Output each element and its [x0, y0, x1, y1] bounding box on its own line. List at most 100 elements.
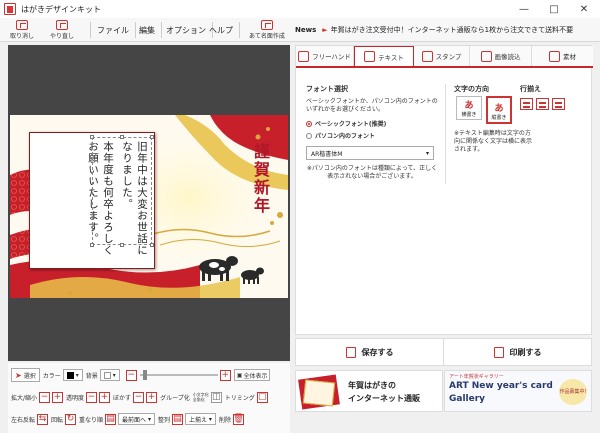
resize-handle[interactable]	[90, 243, 94, 247]
font-description: ベーシックフォントか、パソコン内のフォントのいずれかをお選びください。	[306, 98, 438, 113]
radio-pc-font[interactable]: パソコン内のフォント	[306, 131, 438, 140]
font-section-title: フォント選択	[306, 85, 348, 93]
vertical-writing-button[interactable]: あ 縦書き	[486, 96, 512, 124]
window-title: はがきデザインキット	[21, 4, 101, 14]
resize-handle[interactable]	[120, 135, 124, 139]
zoom-out-button[interactable]: −	[125, 369, 137, 381]
undo-button[interactable]: 取り消し	[4, 18, 40, 42]
redo-button[interactable]: やり直し	[44, 18, 80, 42]
shrink-button[interactable]: −	[39, 391, 51, 403]
font-select-value: AR楷書体M	[311, 150, 343, 158]
vertical-text-icon: あ	[494, 104, 504, 114]
print-button[interactable]: 印刷する	[444, 339, 591, 365]
flip-icon[interactable]: ⇆	[37, 413, 49, 425]
transparency-label: 透明度	[66, 394, 85, 402]
resize-handle[interactable]	[150, 243, 154, 247]
banner-badge: 作品募集中!	[559, 379, 587, 405]
radio-basic-font[interactable]: ベーシックフォント(推奨)	[306, 119, 438, 128]
title-bar: はがきデザインキット — □ ✕	[0, 0, 600, 18]
properties-panel: フリーハンド テキスト スタンプ 画像読込 素材 フォント選択 ベーシックフォン…	[295, 45, 593, 335]
fullview-button[interactable]: ▣ 全体表示	[233, 369, 271, 381]
undo-icon	[16, 20, 28, 30]
news-text[interactable]: 年賀はがき注文受付中！インターネット通販なら1枚から注文できて送料不要	[331, 25, 573, 35]
trash-icon[interactable]: 🗑	[233, 413, 244, 425]
tab-stamp[interactable]: スタンプ	[414, 46, 470, 66]
align-label: 整列	[157, 416, 170, 424]
delete-label[interactable]: 削除	[219, 415, 231, 424]
material-icon	[549, 50, 560, 62]
address-side-button[interactable]: あて名面作成	[245, 18, 289, 42]
blur-minus-button[interactable]: −	[133, 391, 145, 403]
tab-freehand-label: フリーハンド	[312, 53, 351, 61]
trim-icon[interactable]: ▢	[256, 391, 268, 403]
radio-basic-label: ベーシックフォント(推奨)	[315, 121, 387, 128]
font-selection: フォント選択 ベーシックフォントか、パソコン内のフォントのいずれかをお選びくださ…	[306, 84, 438, 181]
direction-title: 文字の方向	[454, 85, 489, 93]
action-bar: 保存する 印刷する	[295, 338, 592, 366]
blur-label: ぼかす	[113, 394, 132, 402]
align-bottom-button[interactable]	[552, 98, 565, 110]
group-icon[interactable]: ◫	[210, 391, 222, 403]
image-icon	[480, 50, 492, 62]
align-center-button[interactable]	[536, 98, 549, 110]
tab-freehand[interactable]: フリーハンド	[296, 46, 354, 66]
flip-label[interactable]: 左右反転	[11, 415, 35, 424]
undo-label: 取り消し	[9, 33, 34, 40]
tab-material[interactable]: 素材	[532, 46, 593, 66]
transparency-minus-button[interactable]: −	[86, 391, 98, 403]
banner-online-shop[interactable]: 年賀はがきの インターネット通販	[295, 370, 443, 412]
resize-handle[interactable]	[150, 135, 154, 139]
rotate-label[interactable]: 回転	[51, 415, 63, 424]
align-top-button[interactable]	[520, 98, 533, 110]
vertical-label: 縦書き	[491, 115, 507, 121]
app-icon	[4, 3, 16, 15]
banner-left-sub: インターネット通販	[348, 394, 420, 403]
color-picker[interactable]: ▾	[62, 369, 83, 381]
trim-label[interactable]: トリミング	[225, 393, 255, 402]
canvas-area[interactable]: 謹賀新年 旧年中は大変お世話に なりました。 本年度も何卒よろしく お願いいたし…	[8, 45, 290, 361]
minimize-button[interactable]: —	[509, 0, 539, 18]
select-tool-button[interactable]: ➤ 選択	[11, 368, 40, 382]
zoom-slider[interactable]	[139, 369, 218, 381]
banner-left-title: 年賀はがきの	[348, 381, 396, 390]
blur-plus-button[interactable]: +	[146, 391, 158, 403]
close-button[interactable]: ✕	[569, 0, 599, 18]
radio-pc-label: パソコン内のフォント	[315, 133, 376, 140]
tab-image-load[interactable]: 画像読込	[470, 46, 532, 66]
radio-dot-selected	[306, 120, 312, 127]
text-box[interactable]: 旧年中は大変お世話に なりました。 本年度も何卒よろしく お願いいたします。	[29, 132, 155, 269]
horizontal-label: 横書き	[461, 112, 477, 118]
rotate-icon[interactable]: ↻	[65, 413, 77, 425]
fit-icon: ▣	[236, 371, 243, 379]
resize-handle[interactable]	[120, 243, 124, 247]
menu-edit[interactable]: 編集	[133, 22, 162, 38]
printer-icon	[493, 346, 504, 358]
tab-text-label: テキスト	[378, 53, 404, 62]
order-select[interactable]: 最前面へ ▾	[118, 413, 155, 425]
align-icon[interactable]: ▤	[172, 413, 183, 425]
horizontal-writing-button[interactable]: あ 横書き	[456, 96, 482, 120]
background-label: 背景	[85, 372, 98, 380]
menu-file[interactable]: ファイル	[90, 22, 136, 38]
background-picker[interactable]: ▾	[99, 369, 120, 381]
select-label: 選択	[23, 372, 36, 380]
tab-material-label: 素材	[563, 53, 576, 61]
horizontal-text-icon: あ	[464, 101, 474, 111]
enlarge-button[interactable]: +	[52, 391, 64, 403]
maximize-button[interactable]: □	[539, 0, 569, 18]
group-label[interactable]: グループ化	[160, 393, 190, 402]
banner-art-gallery[interactable]: アート年賀状ギャラリー ART New year's card Gallery …	[444, 370, 592, 412]
tab-text[interactable]: テキスト	[354, 46, 414, 66]
zoom-in-button[interactable]: +	[219, 369, 231, 381]
order-icon[interactable]: ▤	[105, 413, 117, 425]
save-button[interactable]: 保存する	[296, 339, 444, 365]
text-selection-frame[interactable]	[92, 137, 152, 245]
transparency-plus-button[interactable]: +	[99, 391, 111, 403]
zoom-slider-thumb[interactable]	[142, 370, 147, 380]
resize-handle[interactable]	[90, 135, 94, 139]
align-select[interactable]: 上揃え ▾	[185, 413, 216, 425]
font-select[interactable]: AR楷書体M ▾	[306, 146, 434, 160]
color-control: カラー ▾	[43, 369, 83, 381]
greeting-text[interactable]: 謹賀新年	[248, 143, 272, 215]
menu-help[interactable]: ヘルプ	[203, 22, 240, 38]
